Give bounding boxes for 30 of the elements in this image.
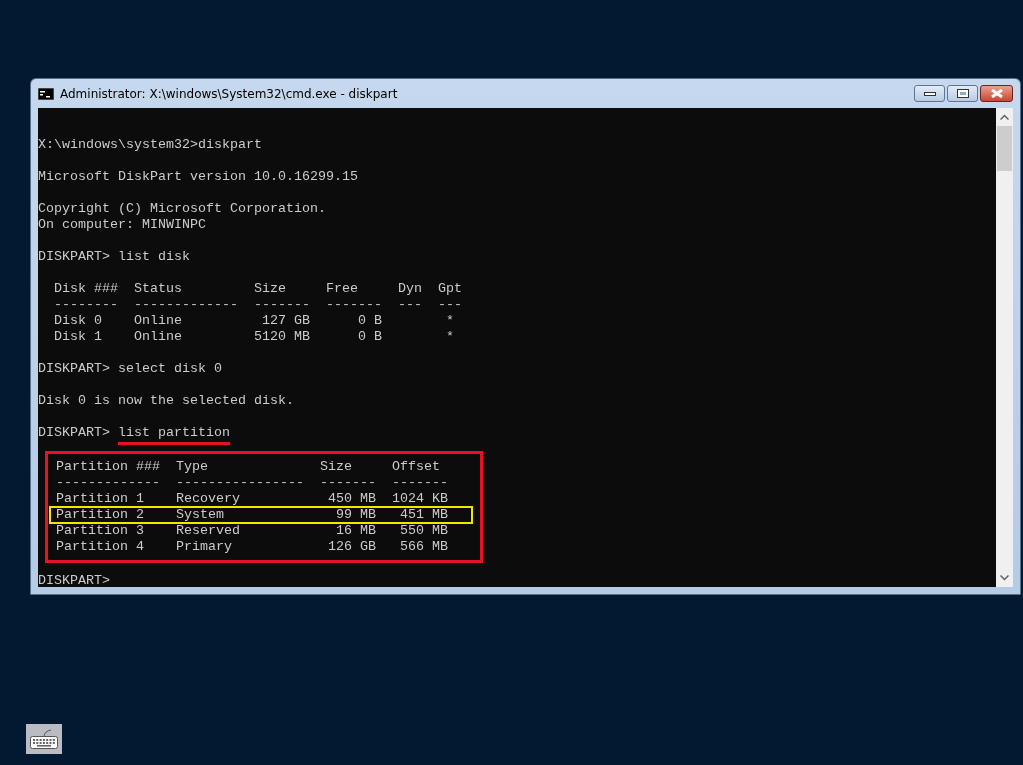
keyboard-button[interactable] <box>26 724 62 754</box>
keyboard-icon <box>29 728 59 750</box>
maximize-button[interactable] <box>947 85 978 102</box>
minimize-icon <box>923 91 936 96</box>
close-icon <box>990 89 1003 98</box>
console-line: DISKPART> select disk 0 <box>38 361 223 377</box>
minimize-button[interactable] <box>914 85 945 102</box>
console-line: DISKPART> list disk <box>38 249 191 265</box>
maximize-icon <box>956 89 969 98</box>
console-line: Partition ### Type Size Offset <box>56 459 441 475</box>
console-line: Partition 4 Primary 126 GB 566 MB <box>56 539 449 555</box>
console-line: Partition 1 Recovery 450 MB 1024 KB <box>56 491 449 507</box>
console-line: -------- ------------- ------- ------- --- --- <box>53 297 463 313</box>
console-line: Copyright (C) Microsoft Corporation. <box>38 201 327 217</box>
console-line: Microsoft DiskPart version 10.0.16299.15 <box>38 169 359 185</box>
console-line: Disk 1 Online 5120 MB 0 B * <box>53 329 455 345</box>
console-line: ------------- ---------------- ------- ------- <box>56 475 449 491</box>
console-line: DISKPART> <box>38 573 111 587</box>
scroll-thumb[interactable] <box>997 126 1012 171</box>
console-line: On computer: MINWINPC <box>38 217 207 233</box>
window-title: Administrator: X:\windows\System32\cmd.exe - diskpart <box>60 86 399 101</box>
console-line: Disk 0 Online 127 GB 0 B * <box>53 313 455 329</box>
scrollbar[interactable] <box>996 108 1013 587</box>
console-line: Partition 2 System 99 MB 451 MB <box>50 507 472 523</box>
console-line: Disk ### Status Size Free Dyn Gpt <box>53 281 463 297</box>
console-line: X:\windows\system32>diskpart <box>38 137 263 153</box>
close-button[interactable] <box>980 85 1013 102</box>
console-icon <box>38 87 54 100</box>
console-line: Partition 3 Reserved 16 MB 550 MB <box>56 523 449 539</box>
console-line: Disk 0 is now the selected disk. <box>38 393 295 409</box>
